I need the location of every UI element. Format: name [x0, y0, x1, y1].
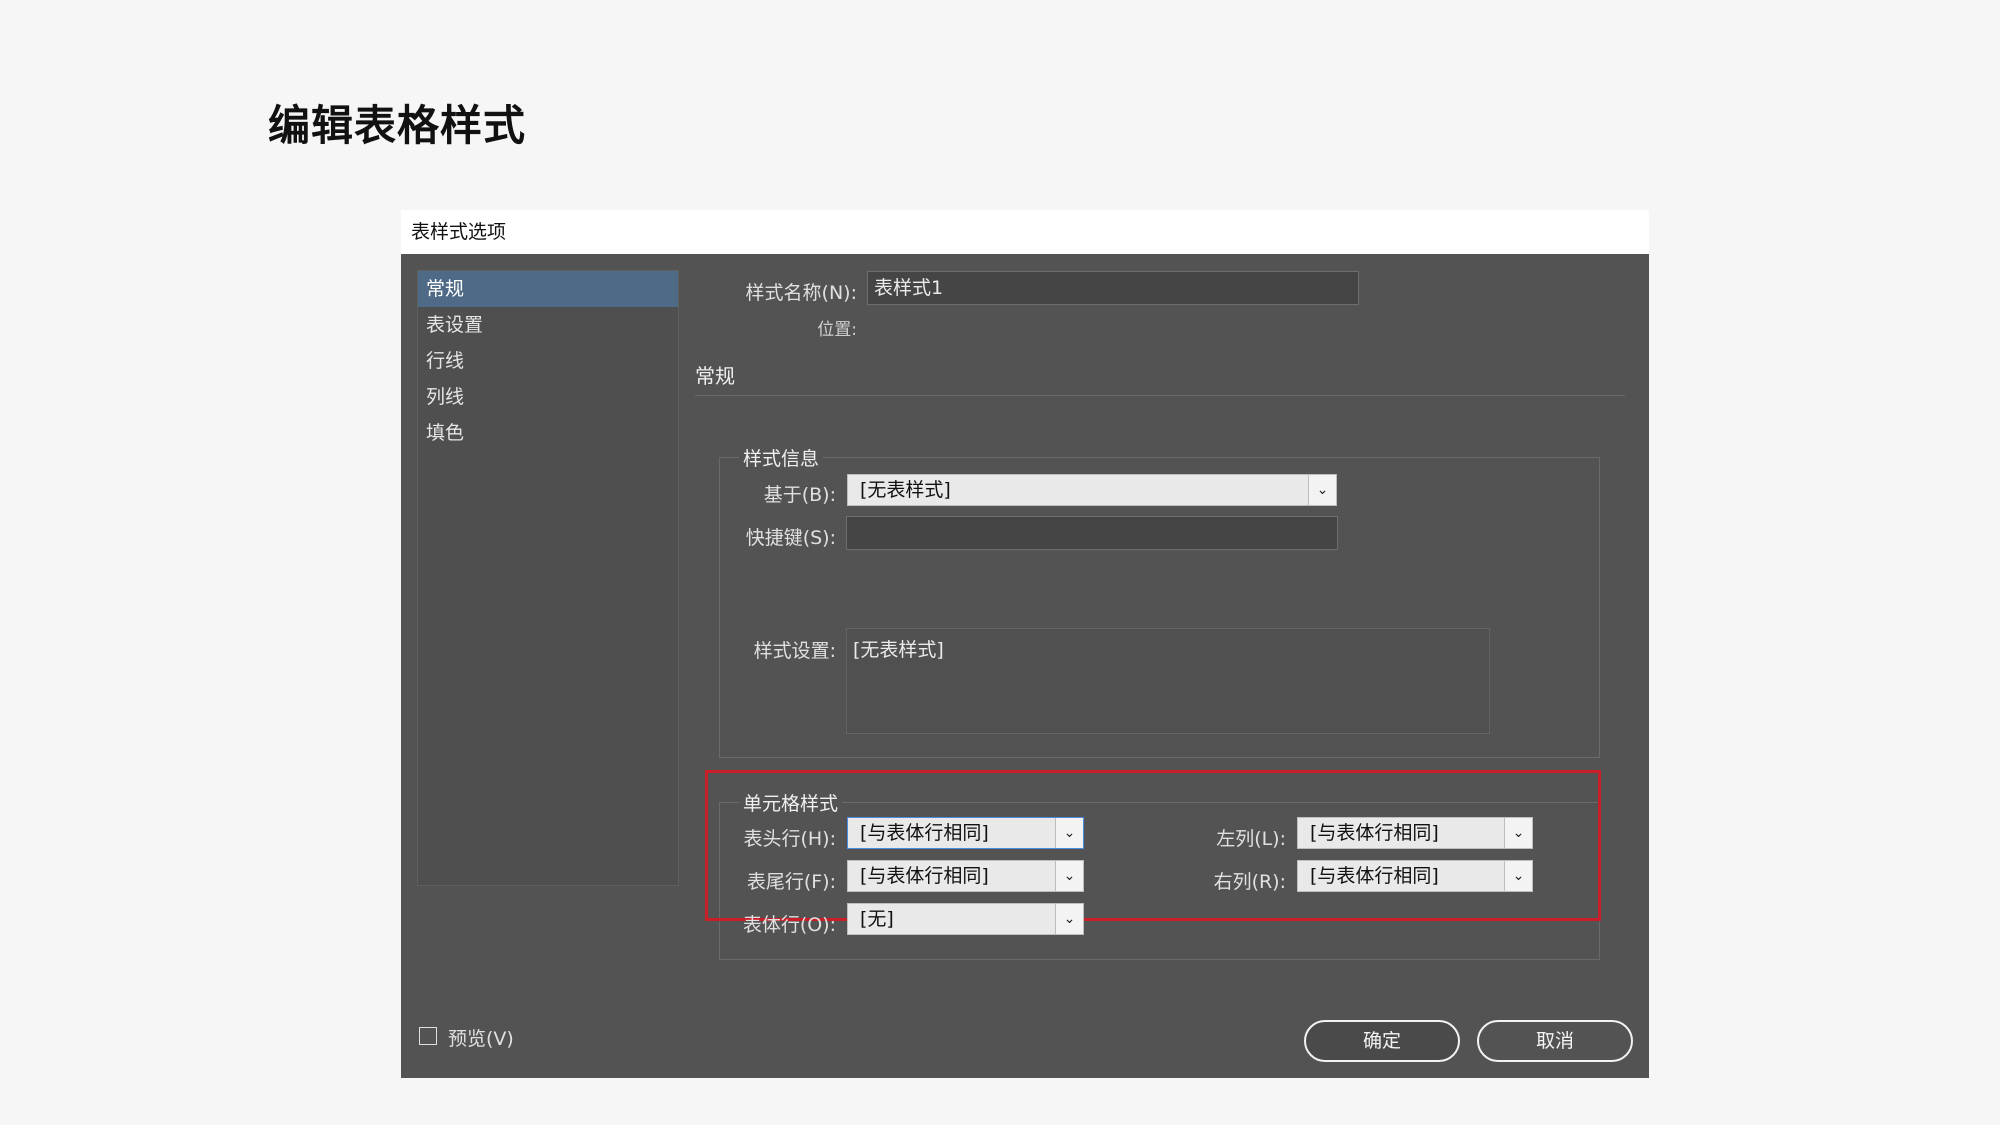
based-on-value: [无表样式] — [860, 479, 951, 501]
right-column-value: [与表体行相同] — [1310, 865, 1439, 887]
left-column-value: [与表体行相同] — [1310, 822, 1439, 844]
body-row-select[interactable]: [无] ⌄ — [847, 903, 1084, 935]
section-heading: 常规 — [695, 364, 735, 388]
body-row-label: 表体行(O): — [742, 914, 836, 936]
chevron-down-icon[interactable]: ⌄ — [1055, 861, 1083, 891]
footer-row-select[interactable]: [与表体行相同] ⌄ — [847, 860, 1084, 892]
sidebar-item-row-strokes[interactable]: 行线 — [418, 343, 678, 379]
ok-button[interactable]: 确定 — [1304, 1020, 1460, 1062]
body-row-value: [无] — [860, 908, 894, 930]
cancel-button[interactable]: 取消 — [1477, 1020, 1633, 1062]
header-row-label: 表头行(H): — [743, 828, 836, 850]
table-style-options-dialog: 表样式选项 常规 表设置 行线 列线 填色 样式名称(N): 表样式1 位置: … — [401, 210, 1649, 1078]
shortcut-input[interactable] — [846, 516, 1338, 550]
chevron-down-icon[interactable]: ⌄ — [1055, 818, 1083, 848]
cell-styles-title: 单元格样式 — [739, 789, 843, 816]
slide-title: 编辑表格样式 — [268, 101, 527, 150]
sidebar: 常规 表设置 行线 列线 填色 — [417, 270, 679, 886]
sidebar-item-fills[interactable]: 填色 — [418, 415, 678, 451]
left-column-label: 左列(L): — [1216, 828, 1286, 850]
based-on-label: 基于(B): — [763, 484, 836, 506]
chevron-down-icon[interactable]: ⌄ — [1504, 861, 1532, 891]
footer-row-value: [与表体行相同] — [860, 865, 989, 887]
style-info-title: 样式信息 — [739, 444, 824, 471]
chevron-down-icon[interactable]: ⌄ — [1055, 904, 1083, 934]
preview-checkbox[interactable] — [419, 1027, 437, 1045]
location-label: 位置: — [817, 320, 857, 340]
chevron-down-icon[interactable]: ⌄ — [1308, 475, 1336, 505]
sidebar-item-general[interactable]: 常规 — [418, 271, 678, 307]
shortcut-label: 快捷键(S): — [745, 527, 836, 549]
right-column-select[interactable]: [与表体行相同] ⌄ — [1297, 860, 1533, 892]
style-name-label: 样式名称(N): — [745, 282, 857, 304]
right-column-label: 右列(R): — [1213, 871, 1286, 893]
style-name-input[interactable]: 表样式1 — [867, 271, 1359, 305]
dialog-title: 表样式选项 — [401, 210, 1649, 254]
based-on-select[interactable]: [无表样式] ⌄ — [847, 474, 1337, 506]
left-column-select[interactable]: [与表体行相同] ⌄ — [1297, 817, 1533, 849]
header-row-select[interactable]: [与表体行相同] ⌄ — [847, 817, 1084, 849]
preview-label: 预览(V) — [448, 1028, 514, 1050]
chevron-down-icon[interactable]: ⌄ — [1504, 818, 1532, 848]
sidebar-item-table-setup[interactable]: 表设置 — [418, 307, 678, 343]
sidebar-item-column-strokes[interactable]: 列线 — [418, 379, 678, 415]
header-row-value: [与表体行相同] — [860, 822, 989, 844]
section-divider — [695, 395, 1625, 396]
footer-row-label: 表尾行(F): — [746, 871, 836, 893]
style-settings-text: [无表样式] — [846, 628, 1490, 734]
style-settings-label: 样式设置: — [753, 640, 836, 662]
